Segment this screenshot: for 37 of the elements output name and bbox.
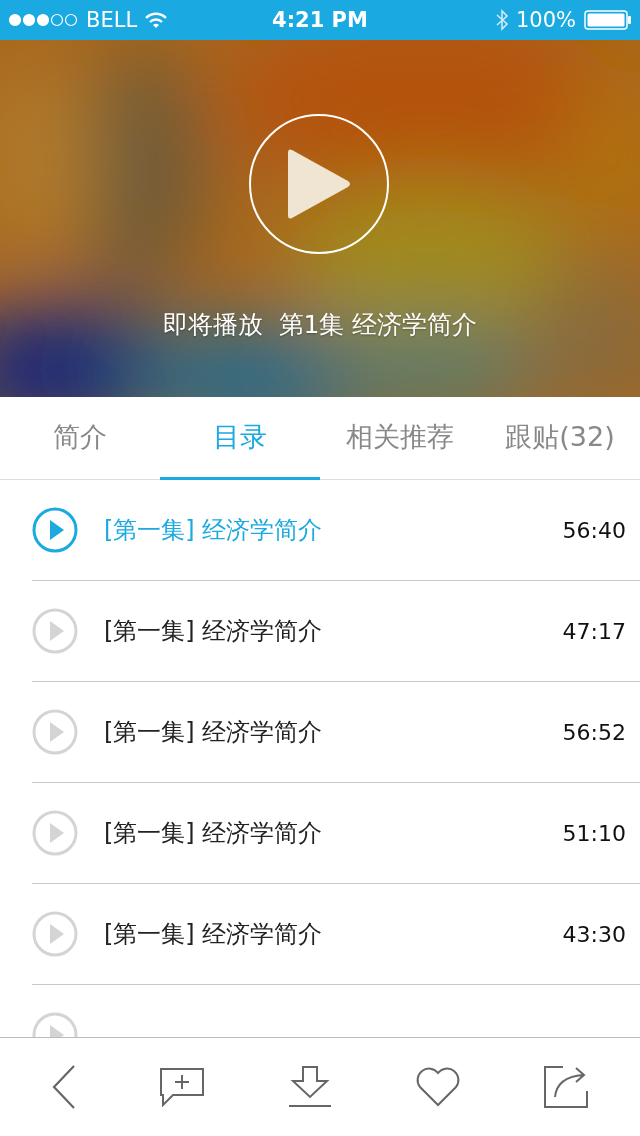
download-icon[interactable] (287, 1065, 333, 1109)
add-comment-icon[interactable] (159, 1067, 205, 1107)
episode-title: [第一集] 经济学简介 (104, 515, 324, 546)
clock-time: 4:21 PM (272, 8, 368, 32)
episode-title: [第一集] 经济学简介 (104, 616, 324, 647)
battery-percent: 100% (515, 8, 576, 32)
bluetooth-icon (495, 9, 508, 31)
heart-icon[interactable] (415, 1067, 461, 1107)
episode-row[interactable]: [第一集] 经济学简介 56:52 (32, 682, 640, 783)
tab[interactable]: 跟贴(32) (480, 397, 640, 480)
episode-duration: 56:40 (562, 517, 626, 543)
episode-row[interactable]: [第一集] 经济学简介 43:30 (32, 884, 640, 985)
episode-row[interactable]: [第一集] 经济学简介 56:40 (32, 480, 640, 581)
episode-duration: 47:17 (562, 618, 626, 644)
episode-title: [第一集] 经济学简介 (104, 717, 324, 748)
tab[interactable]: 简介 (0, 397, 160, 480)
play-icon[interactable] (32, 911, 78, 957)
tab[interactable]: 相关推荐 (320, 397, 480, 480)
play-icon[interactable] (32, 810, 78, 856)
play-icon[interactable] (32, 709, 78, 755)
episode-duration: 56:52 (562, 719, 626, 745)
signal-icon (8, 13, 78, 27)
up-next-caption: 即将播放 第1集 经济学简介 (161, 309, 479, 341)
episode-row[interactable]: [第一集] 经济学简介 47:17 (32, 581, 640, 682)
play-icon[interactable] (32, 507, 78, 553)
episode-duration: 43:30 (562, 921, 626, 947)
wifi-icon (145, 11, 168, 29)
episode-row[interactable]: [第一集] 经济学简介 51:10 (32, 783, 640, 884)
episode-duration: 51:10 (562, 820, 626, 846)
play-button[interactable] (249, 114, 389, 254)
share-icon[interactable] (543, 1065, 589, 1109)
back-icon[interactable] (51, 1064, 77, 1110)
play-icon[interactable] (32, 608, 78, 654)
battery-icon (584, 10, 632, 30)
episode-title: [第一集] 经济学简介 (104, 919, 324, 950)
episode-title: [第一集] 经济学简介 (104, 818, 324, 849)
carrier-name: BELL (86, 8, 138, 32)
